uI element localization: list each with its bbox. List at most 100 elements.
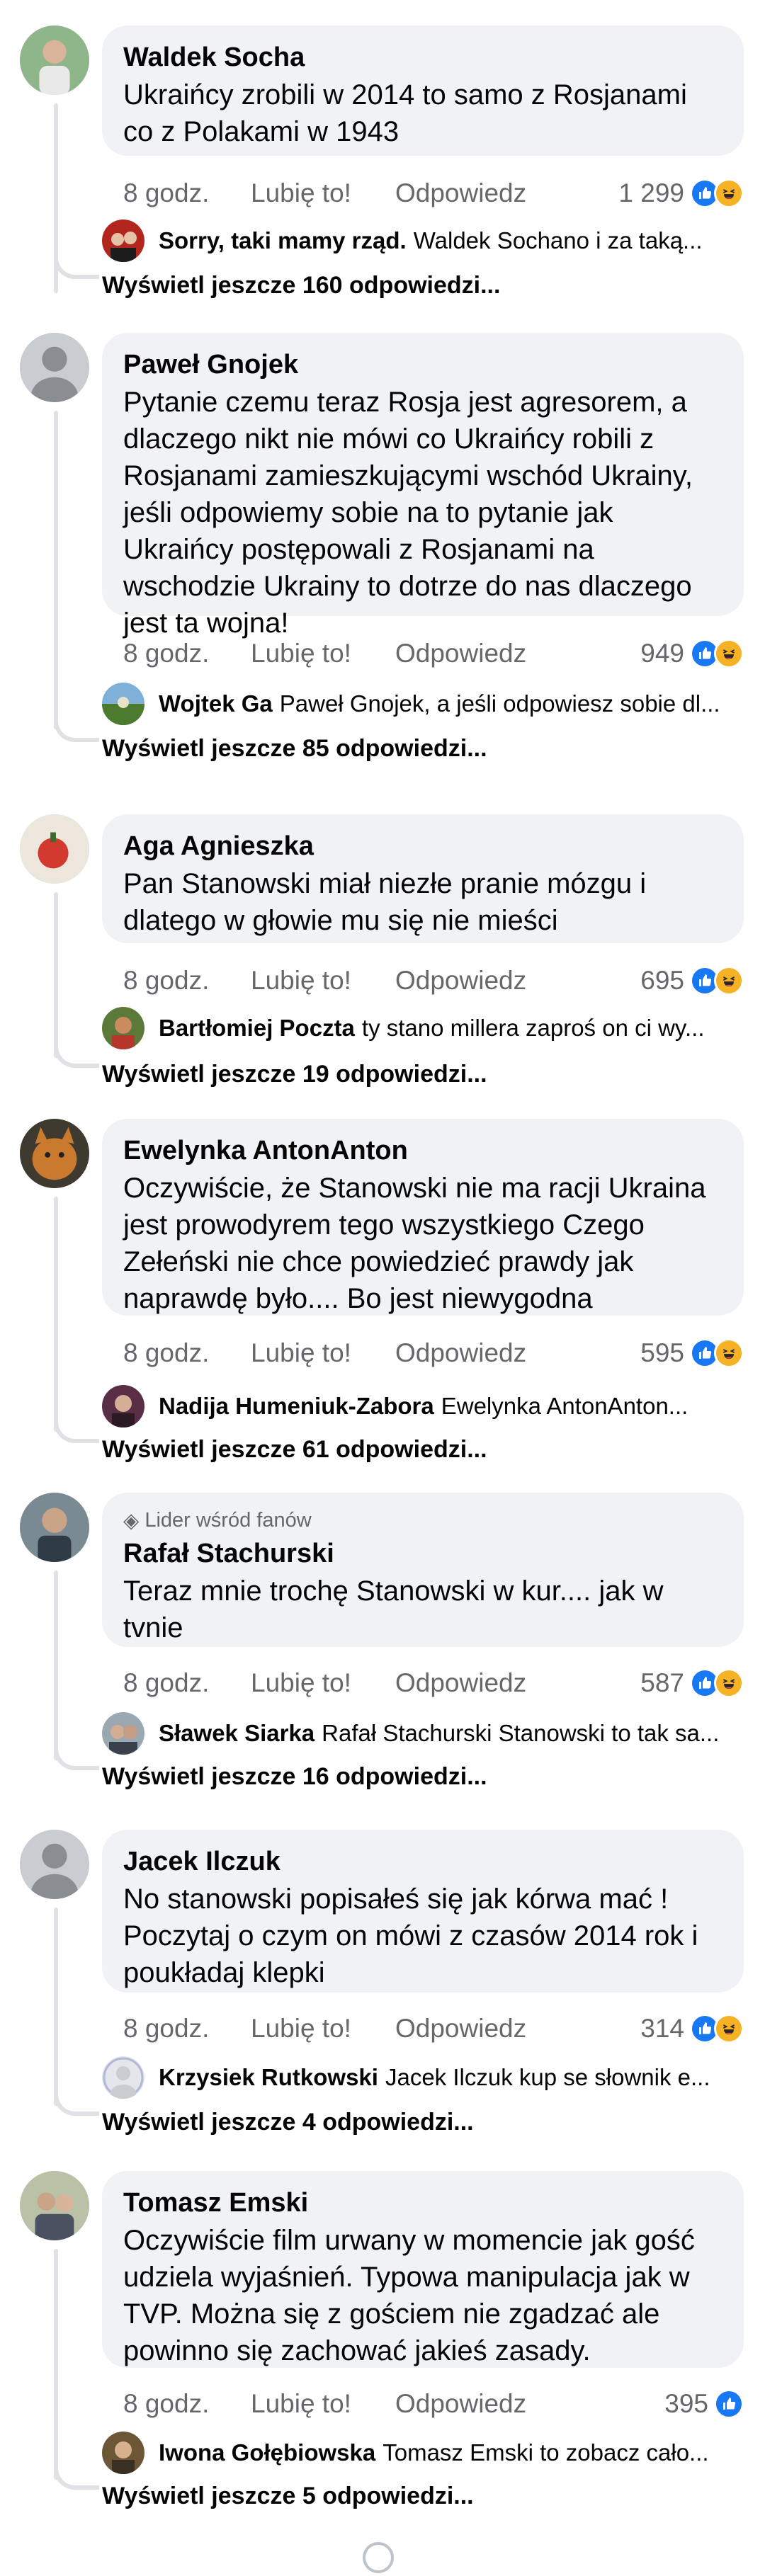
reply-button[interactable]: Odpowiedz: [395, 2014, 526, 2044]
reply-preview[interactable]: Nadija Humeniuk-Zabora Ewelynka AntonAnto…: [102, 1384, 744, 1429]
view-more-replies-link[interactable]: Wyświetl jeszcze 19 odpowiedzi...: [102, 1061, 487, 1088]
comment-author[interactable]: Jacek Ilczuk: [123, 1845, 722, 1878]
reply-preview[interactable]: Bartłomiej Poczta ty stano millera zaproś…: [102, 1005, 744, 1051]
avatar[interactable]: [20, 1119, 89, 1188]
reaction-icons[interactable]: [690, 178, 744, 208]
reply-button[interactable]: Odpowiedz: [395, 966, 526, 996]
comment-text: No stanowski popisałeś się jak kórwa mać…: [123, 1883, 698, 1988]
comment-time[interactable]: 8 godz.: [123, 2014, 251, 2044]
reply-author[interactable]: Nadija Humeniuk-Zabora: [159, 1393, 434, 1420]
like-button[interactable]: Lubię to!: [251, 639, 395, 668]
comment-time[interactable]: 8 godz.: [123, 2389, 251, 2419]
reply-preview[interactable]: Wojtek Ga Paweł Gnojek, a jeśli odpowiesz…: [102, 681, 744, 726]
reaction-icons[interactable]: [714, 2389, 744, 2419]
reply-button[interactable]: Odpowiedz: [395, 1338, 526, 1368]
comment-time[interactable]: 8 godz.: [123, 178, 251, 208]
reply-author[interactable]: Bartłomiej Poczta: [159, 1015, 355, 1042]
view-more-replies-link[interactable]: Wyświetl jeszcze 160 odpowiedzi...: [102, 272, 500, 300]
reply-button[interactable]: Odpowiedz: [395, 639, 526, 668]
avatar[interactable]: [20, 333, 89, 402]
comment-thread: Jacek Ilczuk No stanowski popisałeś się j…: [0, 1830, 765, 2171]
view-more-replies-link[interactable]: Wyświetl jeszcze 16 odpowiedzi...: [102, 1763, 487, 1791]
reply-connector-line: [54, 1031, 99, 1068]
comment-author[interactable]: Aga Agnieszka: [123, 830, 722, 862]
avatar[interactable]: [20, 814, 89, 884]
reaction-icons[interactable]: [690, 2014, 744, 2044]
reply-text: Waldek Sochano i za taką...: [413, 227, 703, 253]
reaction-count[interactable]: 695: [640, 966, 684, 996]
reply-connector-line: [54, 2453, 99, 2490]
reaction-count[interactable]: 587: [640, 1668, 684, 1698]
like-button[interactable]: Lubię to!: [251, 2389, 395, 2419]
avatar[interactable]: [20, 1830, 89, 1899]
reply-avatar[interactable]: [102, 1712, 144, 1755]
reply-avatar[interactable]: [102, 2056, 144, 2099]
reaction-count[interactable]: 314: [640, 2014, 684, 2044]
like-button[interactable]: Lubię to!: [251, 2014, 395, 2044]
reply-preview[interactable]: Iwona Gołębiowska Tomasz Emski to zobacz …: [102, 2430, 744, 2475]
comment-author[interactable]: Waldek Socha: [123, 41, 722, 74]
reply-avatar[interactable]: [102, 1007, 144, 1049]
reply-author[interactable]: Sorry, taki mamy rząd.: [159, 227, 407, 254]
reaction-count[interactable]: 949: [640, 639, 684, 668]
reply-author[interactable]: Wojtek Ga: [159, 690, 273, 717]
reply-text: Rafał Stachurski Stanowski to tak sa...: [322, 1720, 720, 1746]
comment-bubble: Tomasz Emski Oczywiście film urwany w mom…: [102, 2171, 744, 2368]
reply-preview[interactable]: Sławek Siarka Rafał Stachurski Stanowski …: [102, 1711, 744, 1756]
reply-author[interactable]: Iwona Gołębiowska: [159, 2439, 375, 2466]
comment-author[interactable]: Tomasz Emski: [123, 2187, 722, 2219]
view-more-replies-link[interactable]: Wyświetl jeszcze 85 odpowiedzi...: [102, 735, 487, 763]
avatar[interactable]: [20, 1493, 89, 1562]
reply-avatar[interactable]: [102, 683, 144, 725]
view-more-replies-link[interactable]: Wyświetl jeszcze 5 odpowiedzi...: [102, 2483, 474, 2510]
reply-avatar[interactable]: [102, 220, 144, 262]
comment-text: Teraz mnie trochę Stanowski w kur.... ja…: [123, 1575, 664, 1643]
like-button[interactable]: Lubię to!: [251, 1668, 395, 1698]
comment-actions: 8 godz. Lubię to! Odpowiedz 595: [123, 1335, 744, 1371]
thread-connector-line: [54, 411, 58, 729]
haha-reaction-icon: [714, 1338, 744, 1368]
comment-bubble: Aga Agnieszka Pan Stanowski miał niezłe p…: [102, 814, 744, 943]
avatar[interactable]: [20, 2171, 89, 2240]
reply-author[interactable]: Krzysiek Rutkowski: [159, 2064, 378, 2091]
comment-bubble: Ewelynka AntonAnton Oczywiście, że Stanow…: [102, 1119, 744, 1316]
reply-button[interactable]: Odpowiedz: [395, 1668, 526, 1698]
comment-time[interactable]: 8 godz.: [123, 966, 251, 996]
reaction-count[interactable]: 395: [664, 2389, 708, 2419]
comment-actions: 8 godz. Lubię to! Odpowiedz 395: [123, 2386, 744, 2422]
haha-reaction-icon: [714, 1668, 744, 1698]
like-button[interactable]: Lubię to!: [251, 178, 395, 208]
reply-avatar[interactable]: [102, 1385, 144, 1427]
avatar[interactable]: [20, 25, 89, 95]
comment-thread: Tomasz Emski Oczywiście film urwany w mom…: [0, 2171, 765, 2539]
reply-text: Paweł Gnojek, a jeśli odpowiesz sobie dl…: [279, 690, 720, 717]
comment-thread: Paweł Gnojek Pytanie czemu teraz Rosja je…: [0, 333, 765, 814]
reply-author[interactable]: Sławek Siarka: [159, 1720, 314, 1747]
reply-avatar[interactable]: [102, 2432, 144, 2474]
reaction-count[interactable]: 595: [640, 1338, 684, 1368]
reply-button[interactable]: Odpowiedz: [395, 178, 526, 208]
comment-time[interactable]: 8 godz.: [123, 1668, 251, 1698]
like-button[interactable]: Lubię to!: [251, 1338, 395, 1368]
badge-label: Lider wśród fanów: [144, 1509, 312, 1532]
view-more-replies-link[interactable]: Wyświetl jeszcze 4 odpowiedzi...: [102, 2109, 474, 2136]
like-button[interactable]: Lubię to!: [251, 966, 395, 996]
comment-author[interactable]: Paweł Gnojek: [123, 348, 722, 381]
reaction-count[interactable]: 1 299: [618, 178, 684, 208]
reply-preview[interactable]: Krzysiek Rutkowski Jacek Ilczuk kup se sł…: [102, 2055, 744, 2100]
reaction-icons[interactable]: [690, 639, 744, 668]
comment-thread: Aga Agnieszka Pan Stanowski miał niezłe p…: [0, 814, 765, 1119]
reaction-icons[interactable]: [690, 966, 744, 996]
reply-preview[interactable]: Sorry, taki mamy rząd. Waldek Sochano i z…: [102, 218, 744, 263]
comment-actions: 8 godz. Lubię to! Odpowiedz 949: [123, 636, 744, 671]
comment-time[interactable]: 8 godz.: [123, 639, 251, 668]
reaction-icons[interactable]: [690, 1338, 744, 1368]
comment-time[interactable]: 8 godz.: [123, 1338, 251, 1368]
view-more-replies-link[interactable]: Wyświetl jeszcze 61 odpowiedzi...: [102, 1436, 487, 1464]
reply-text: ty stano millera zaproś on ci wy...: [361, 1015, 705, 1041]
comment-thread: Ewelynka AntonAnton Oczywiście, że Stanow…: [0, 1119, 765, 1493]
comment-author[interactable]: Ewelynka AntonAnton: [123, 1134, 722, 1167]
reply-button[interactable]: Odpowiedz: [395, 2389, 526, 2419]
comment-author[interactable]: Rafał Stachurski: [123, 1537, 722, 1570]
reaction-icons[interactable]: [690, 1668, 744, 1698]
